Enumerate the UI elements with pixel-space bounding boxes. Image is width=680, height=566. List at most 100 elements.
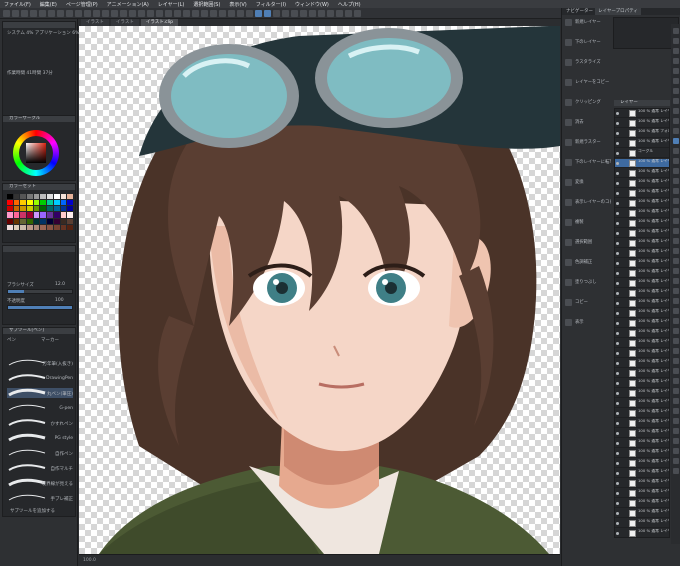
- eye-icon[interactable]: [616, 162, 619, 165]
- eye-icon[interactable]: [616, 312, 619, 315]
- menu-item-0[interactable]: ファイル(F): [4, 1, 31, 8]
- color-swatch[interactable]: [20, 206, 27, 212]
- eye-icon[interactable]: [616, 412, 619, 415]
- tool-icon[interactable]: [673, 378, 679, 384]
- color-swatch[interactable]: [40, 194, 47, 200]
- eye-icon[interactable]: [616, 192, 619, 195]
- layer-row[interactable]: 100 % 通常 レイヤー 43: [615, 159, 669, 168]
- eye-icon[interactable]: [616, 532, 619, 535]
- eye-icon[interactable]: [616, 122, 619, 125]
- add-subtool-button[interactable]: サブツールを追加する: [10, 508, 55, 514]
- command-bar-icon[interactable]: [183, 9, 190, 17]
- brush-size-slider[interactable]: [7, 289, 73, 294]
- command-bar-icon[interactable]: [246, 9, 253, 17]
- subtool-brush[interactable]: 境界線が見える: [7, 478, 73, 488]
- eye-icon[interactable]: [616, 472, 619, 475]
- tool-icon[interactable]: [673, 48, 679, 54]
- eye-icon[interactable]: [616, 202, 619, 205]
- menu-item-3[interactable]: アニメーション(A): [107, 1, 149, 8]
- color-swatch[interactable]: [20, 212, 27, 218]
- color-swatch[interactable]: [60, 218, 67, 224]
- command-item[interactable]: ラスタライズ: [565, 57, 610, 70]
- layer-row[interactable]: 100 % 通常 レイヤー 12: [615, 469, 669, 478]
- color-swatch[interactable]: [7, 194, 13, 200]
- saturation-picker[interactable]: [26, 143, 46, 163]
- color-swatch[interactable]: [60, 194, 67, 200]
- layer-row[interactable]: 100 % 通常 レイヤー 30: [615, 289, 669, 298]
- color-swatch[interactable]: [53, 206, 60, 212]
- command-bar-icon[interactable]: [12, 9, 19, 17]
- color-swatch[interactable]: [60, 200, 67, 206]
- layer-row[interactable]: 100 % 通常 レイヤー 18: [615, 409, 669, 418]
- eye-icon[interactable]: [616, 462, 619, 465]
- eye-icon[interactable]: [616, 152, 619, 155]
- layer-row[interactable]: 100 % 通常 レイヤー 35: [615, 239, 669, 248]
- command-bar-icon[interactable]: [84, 9, 91, 17]
- layer-row[interactable]: 100 % 通常 レイヤー 36: [615, 229, 669, 238]
- tool-icon[interactable]: [673, 398, 679, 404]
- command-bar-icon[interactable]: [282, 9, 289, 17]
- color-swatch[interactable]: [47, 224, 53, 230]
- color-swatch[interactable]: [13, 200, 20, 206]
- color-swatch[interactable]: [27, 200, 33, 206]
- command-item[interactable]: コピー: [565, 297, 610, 310]
- layer-row[interactable]: 100 % 通常 フォルダー: [615, 129, 669, 138]
- command-item[interactable]: 消去: [565, 117, 610, 130]
- layer-row[interactable]: 100 % 通常 レイヤー 34: [615, 249, 669, 258]
- layer-row[interactable]: 100 % 通常 レイヤー 19: [615, 399, 669, 408]
- color-swatch[interactable]: [13, 224, 20, 230]
- command-bar-icon[interactable]: [291, 9, 298, 17]
- tool-icon[interactable]: [673, 328, 679, 334]
- command-bar-icon[interactable]: [66, 9, 73, 17]
- command-bar-icon[interactable]: [318, 9, 325, 17]
- tool-icon[interactable]: [673, 118, 679, 124]
- command-bar-icon[interactable]: [192, 9, 199, 17]
- tool-icon[interactable]: [673, 308, 679, 314]
- command-item[interactable]: 表示: [565, 317, 610, 330]
- eye-icon[interactable]: [616, 352, 619, 355]
- menu-item-4[interactable]: レイヤー(L): [158, 1, 185, 8]
- layer-row[interactable]: 100 % 通常 レイヤー 39: [615, 199, 669, 208]
- layer-row[interactable]: 100 % 通常 レイヤー 33: [615, 259, 669, 268]
- command-item[interactable]: 変換: [565, 177, 610, 190]
- layer-row[interactable]: 100 % 通常 レイヤー 17: [615, 419, 669, 428]
- command-bar-icon[interactable]: [327, 9, 334, 17]
- tool-icon[interactable]: [673, 58, 679, 64]
- command-bar-icon[interactable]: [255, 9, 262, 17]
- color-swatch[interactable]: [60, 212, 67, 218]
- command-item[interactable]: クリッピング: [565, 97, 610, 110]
- menu-item-8[interactable]: ウィンドウ(W): [295, 1, 329, 8]
- eye-icon[interactable]: [616, 402, 619, 405]
- color-swatch[interactable]: [53, 200, 60, 206]
- command-bar-icon[interactable]: [174, 9, 181, 17]
- layer-row[interactable]: 100 % 通常 レイヤー 28: [615, 309, 669, 318]
- color-swatch[interactable]: [20, 218, 27, 224]
- tool-icon[interactable]: [673, 78, 679, 84]
- tool-icon[interactable]: [673, 358, 679, 364]
- eye-icon[interactable]: [616, 362, 619, 365]
- command-bar-icon[interactable]: [147, 9, 154, 17]
- color-swatch[interactable]: [7, 200, 13, 206]
- tool-icon[interactable]: [673, 38, 679, 44]
- color-swatch[interactable]: [7, 224, 13, 230]
- tool-icon[interactable]: [673, 168, 679, 174]
- brush-size-value[interactable]: 12.0: [55, 282, 65, 287]
- eye-icon[interactable]: [616, 142, 619, 145]
- tool-icon[interactable]: [673, 318, 679, 324]
- color-swatch[interactable]: [47, 206, 53, 212]
- tool-icon[interactable]: [673, 238, 679, 244]
- tool-icon[interactable]: [673, 228, 679, 234]
- color-swatch[interactable]: [67, 206, 73, 212]
- subtool-brush[interactable]: 万年筆(入抜き): [7, 358, 73, 368]
- color-swatch[interactable]: [20, 224, 27, 230]
- menu-item-1[interactable]: 編集(E): [40, 1, 57, 8]
- color-swatch[interactable]: [27, 194, 33, 200]
- color-swatch[interactable]: [40, 206, 47, 212]
- color-swatch[interactable]: [67, 200, 73, 206]
- command-bar-icon[interactable]: [273, 9, 280, 17]
- canvas[interactable]: [79, 26, 560, 554]
- layer-row[interactable]: 100 % 通常 レイヤー 20: [615, 389, 669, 398]
- command-bar-icon[interactable]: [345, 9, 352, 17]
- tool-icon[interactable]: [673, 218, 679, 224]
- command-bar-icon[interactable]: [138, 9, 145, 17]
